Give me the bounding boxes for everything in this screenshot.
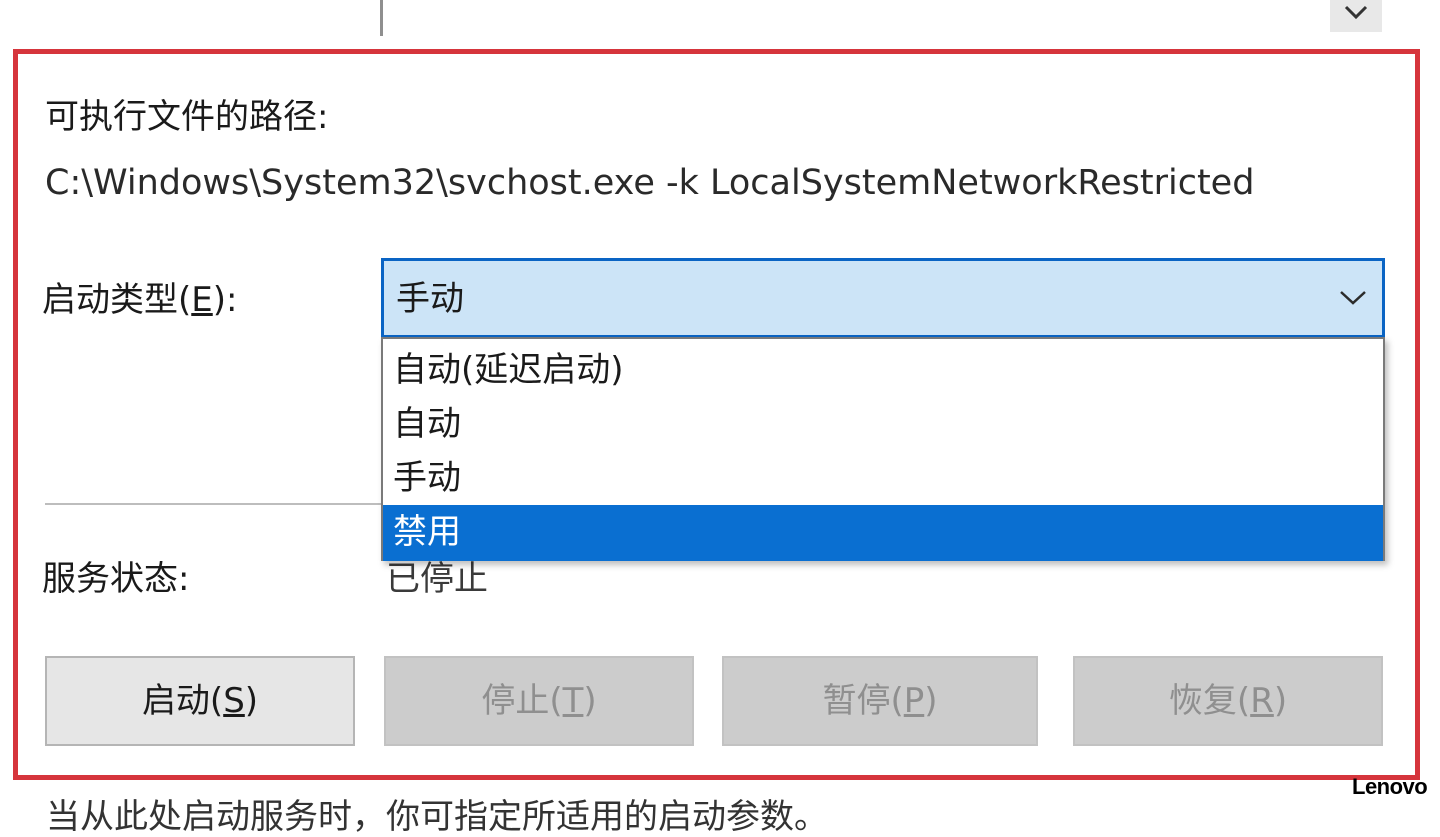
- stop-button[interactable]: 停止(T): [384, 656, 694, 746]
- startup-type-label-suffix: ):: [212, 280, 238, 320]
- start-button-text: 启动(: [141, 681, 224, 721]
- stop-button-text: 停止(: [481, 681, 563, 721]
- chevron-down-icon: [1344, 5, 1368, 20]
- startup-type-label: 启动类型(E):: [42, 280, 237, 320]
- startup-type-selected-value: 手动: [396, 279, 464, 319]
- start-button-suffix: ): [244, 681, 259, 721]
- stop-button-hotkey: T: [562, 681, 584, 721]
- chevron-down-icon: [1340, 291, 1366, 305]
- pause-button[interactable]: 暂停(P): [722, 656, 1038, 746]
- top-dropdown-button[interactable]: [1330, 0, 1382, 32]
- service-status-label: 服务状态:: [42, 559, 190, 599]
- option-manual[interactable]: 手动: [383, 451, 1383, 505]
- stop-button-suffix: ): [583, 681, 597, 721]
- pause-button-hotkey: P: [903, 681, 925, 721]
- pause-button-text: 暂停(: [822, 681, 904, 721]
- resume-button-suffix: ): [1273, 681, 1288, 721]
- start-button-hotkey: S: [223, 681, 245, 721]
- start-parameters-hint: 当从此处启动服务时，你可指定所适用的启动参数。: [46, 797, 828, 837]
- executable-path-label: 可执行文件的路径:: [45, 97, 329, 137]
- start-button[interactable]: 启动(S): [45, 656, 355, 746]
- startup-type-label-text: 启动类型(: [42, 280, 192, 320]
- pause-button-suffix: ): [924, 681, 938, 721]
- separator: [45, 503, 385, 505]
- service-status-value: 已停止: [386, 559, 488, 599]
- resume-button-hotkey: R: [1250, 681, 1274, 721]
- lenovo-watermark: Lenovo: [1352, 774, 1428, 799]
- resume-button[interactable]: 恢复(R): [1073, 656, 1383, 746]
- top-divider: [380, 0, 383, 36]
- option-automatic[interactable]: 自动: [383, 397, 1383, 451]
- option-automatic-delayed[interactable]: 自动(延迟启动): [383, 343, 1383, 397]
- resume-button-text: 恢复(: [1168, 681, 1251, 721]
- startup-type-hotkey: E: [191, 280, 213, 320]
- startup-type-combobox[interactable]: 手动: [381, 258, 1385, 338]
- executable-path-value: C:\Windows\System32\svchost.exe -k Local…: [45, 163, 1255, 203]
- startup-type-dropdown-list: 自动(延迟启动) 自动 手动 禁用: [381, 337, 1385, 561]
- option-disabled[interactable]: 禁用: [383, 505, 1383, 561]
